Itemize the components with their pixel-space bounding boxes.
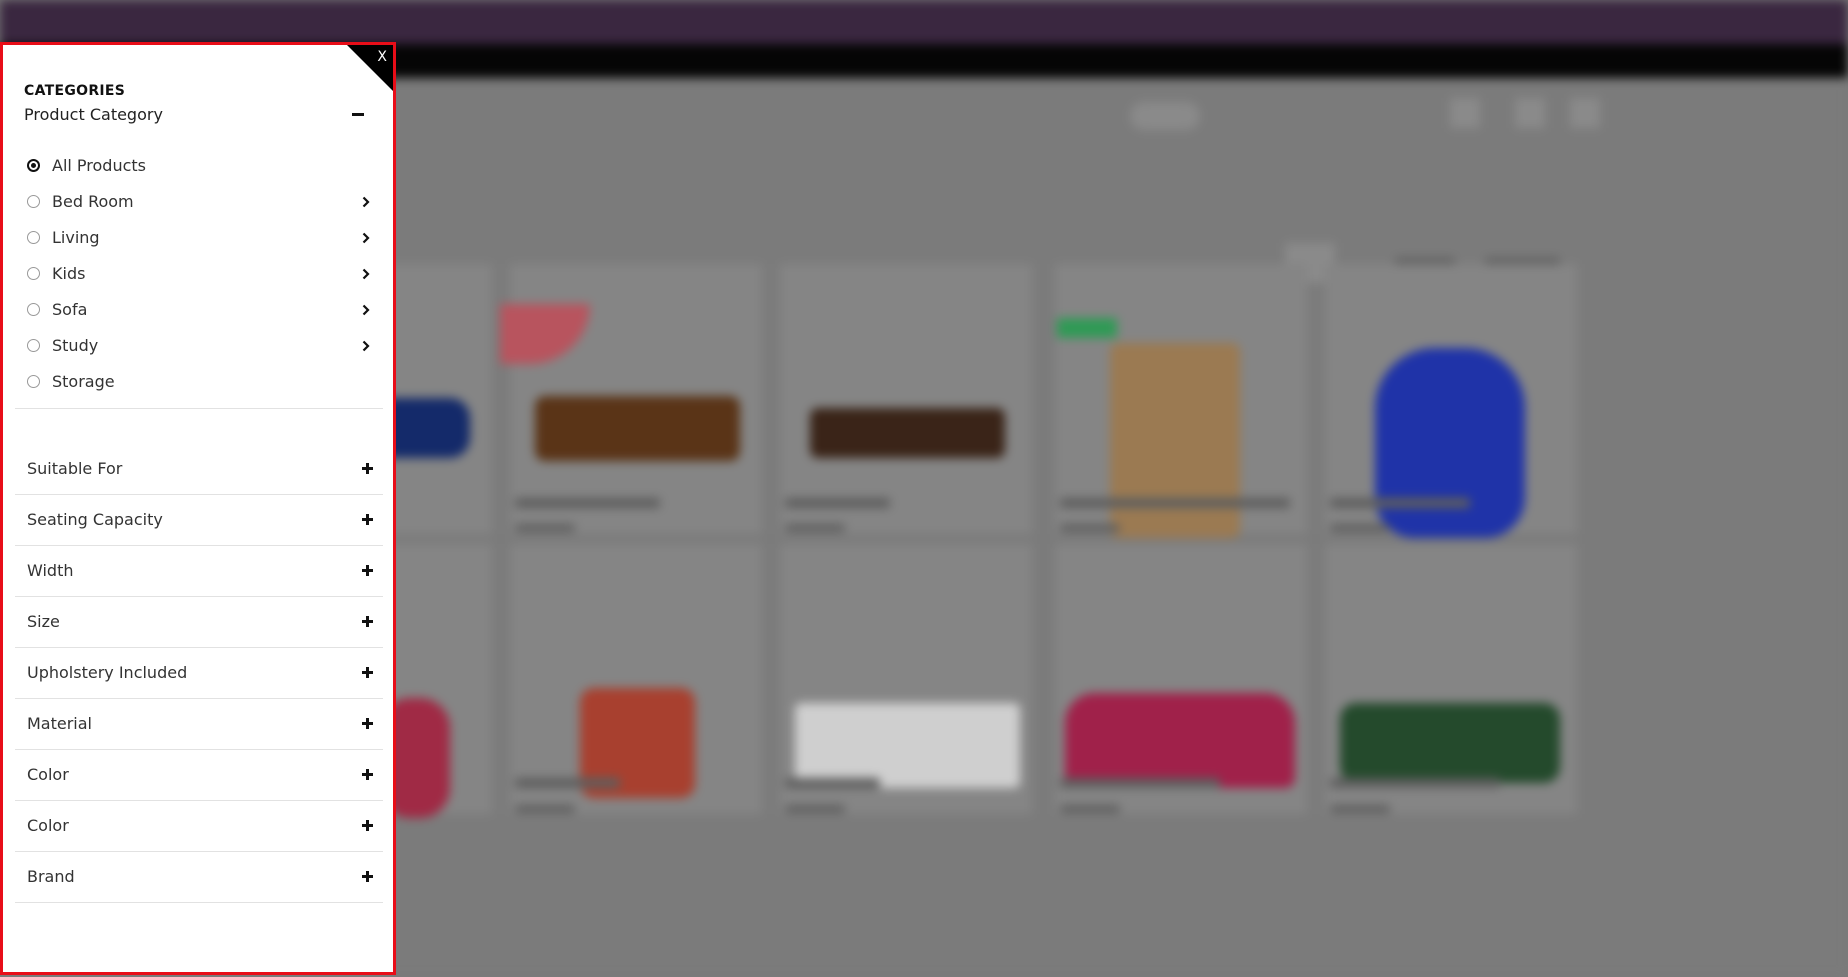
category-option-label: Kids — [52, 263, 86, 283]
product-name — [1330, 778, 1500, 788]
filter-accordion-row[interactable]: Color — [15, 800, 383, 851]
chevron-right-icon[interactable] — [360, 340, 372, 352]
product-price — [785, 524, 845, 532]
chevron-right-icon[interactable] — [360, 196, 372, 208]
category-option-label: Study — [52, 335, 99, 355]
product-price — [785, 805, 845, 813]
cart-icon — [1515, 98, 1545, 128]
filter-label: Material — [27, 714, 92, 733]
filter-accordion-row[interactable]: Upholstery Included — [15, 647, 383, 698]
filter-label: Size — [27, 612, 60, 631]
category-option[interactable]: Living — [27, 219, 377, 255]
product-name — [785, 498, 890, 508]
filter-accordion-row[interactable]: Color — [15, 749, 383, 800]
product-name — [1060, 778, 1220, 788]
product-name — [515, 778, 620, 788]
category-option-label: Storage — [52, 371, 115, 391]
category-option-label: Living — [52, 227, 100, 247]
product-image — [810, 408, 1005, 458]
radio-button[interactable] — [27, 230, 40, 244]
product-name — [1330, 498, 1470, 508]
filter-accordion-row[interactable]: Width — [15, 545, 383, 596]
filter-accordion-row[interactable]: Seating Capacity — [15, 494, 383, 545]
radio-button[interactable] — [27, 302, 40, 316]
category-option[interactable]: Sofa — [27, 291, 377, 327]
plus-icon[interactable] — [362, 820, 373, 831]
plus-icon[interactable] — [362, 514, 373, 525]
product-name — [515, 498, 660, 508]
product-name — [1060, 498, 1290, 508]
radio-button[interactable] — [27, 194, 40, 208]
search-button — [1130, 102, 1200, 130]
chevron-right-icon[interactable] — [360, 268, 372, 280]
plus-icon[interactable] — [362, 616, 373, 627]
product-image — [795, 703, 1020, 788]
product-price — [1330, 524, 1390, 532]
category-option[interactable]: Storage — [27, 363, 377, 399]
product-name — [785, 778, 880, 788]
close-button[interactable]: X — [377, 49, 387, 65]
filter-label: Color — [27, 816, 69, 835]
category-option-label: Sofa — [52, 299, 88, 319]
category-option-label: Bed Room — [52, 191, 134, 211]
product-image — [535, 396, 740, 461]
filter-label: Seating Capacity — [27, 510, 163, 529]
divider — [15, 902, 383, 903]
product-category-title[interactable]: Product Category — [24, 105, 163, 124]
product-image — [1110, 343, 1240, 538]
product-price — [1330, 805, 1390, 813]
category-option-label: All Products — [52, 155, 147, 175]
filter-accordion-row[interactable]: Size — [15, 596, 383, 647]
filter-label: Upholstery Included — [27, 663, 188, 682]
radio-button[interactable] — [27, 158, 40, 172]
radio-button[interactable] — [27, 338, 40, 352]
category-option[interactable]: Kids — [27, 255, 377, 291]
categories-heading: CATEGORIES — [24, 83, 126, 99]
plus-icon[interactable] — [362, 769, 373, 780]
filter-label: Width — [27, 561, 74, 580]
category-option[interactable]: All Products — [27, 147, 377, 183]
chevron-right-icon[interactable] — [360, 304, 372, 316]
collapse-minus-icon[interactable] — [352, 113, 364, 116]
chevron-right-icon[interactable] — [360, 232, 372, 244]
category-option[interactable]: Bed Room — [27, 183, 377, 219]
product-price — [515, 805, 575, 813]
filter-accordion-row[interactable]: Brand — [15, 851, 383, 902]
product-image — [1065, 693, 1295, 788]
plus-icon[interactable] — [362, 463, 373, 474]
plus-icon[interactable] — [362, 565, 373, 576]
filter-label: Suitable For — [27, 459, 123, 478]
divider — [15, 408, 383, 409]
filter-label: Brand — [27, 867, 75, 886]
backend-topbar — [0, 0, 1848, 44]
radio-button[interactable] — [27, 374, 40, 388]
product-image — [1375, 348, 1525, 538]
product-price — [1060, 805, 1120, 813]
category-option[interactable]: Study — [27, 327, 377, 363]
plus-icon[interactable] — [362, 718, 373, 729]
product-price — [515, 524, 575, 532]
filter-sidebar: X CATEGORIES Product Category All Produc… — [0, 42, 396, 975]
filter-label: Color — [27, 765, 69, 784]
product-price — [1060, 524, 1120, 532]
new-badge — [1057, 318, 1117, 338]
filter-accordion-row[interactable]: Material — [15, 698, 383, 749]
plus-icon[interactable] — [362, 667, 373, 678]
category-options: All Products Bed Room Living Kids Sofa Study S… — [27, 147, 377, 399]
wishlist-icon — [1450, 98, 1480, 128]
product-card — [780, 264, 1032, 534]
radio-button[interactable] — [27, 266, 40, 280]
filter-accordion-row[interactable]: Suitable For — [15, 443, 383, 494]
user-icon — [1570, 98, 1600, 128]
product-image — [1340, 703, 1560, 783]
plus-icon[interactable] — [362, 871, 373, 882]
